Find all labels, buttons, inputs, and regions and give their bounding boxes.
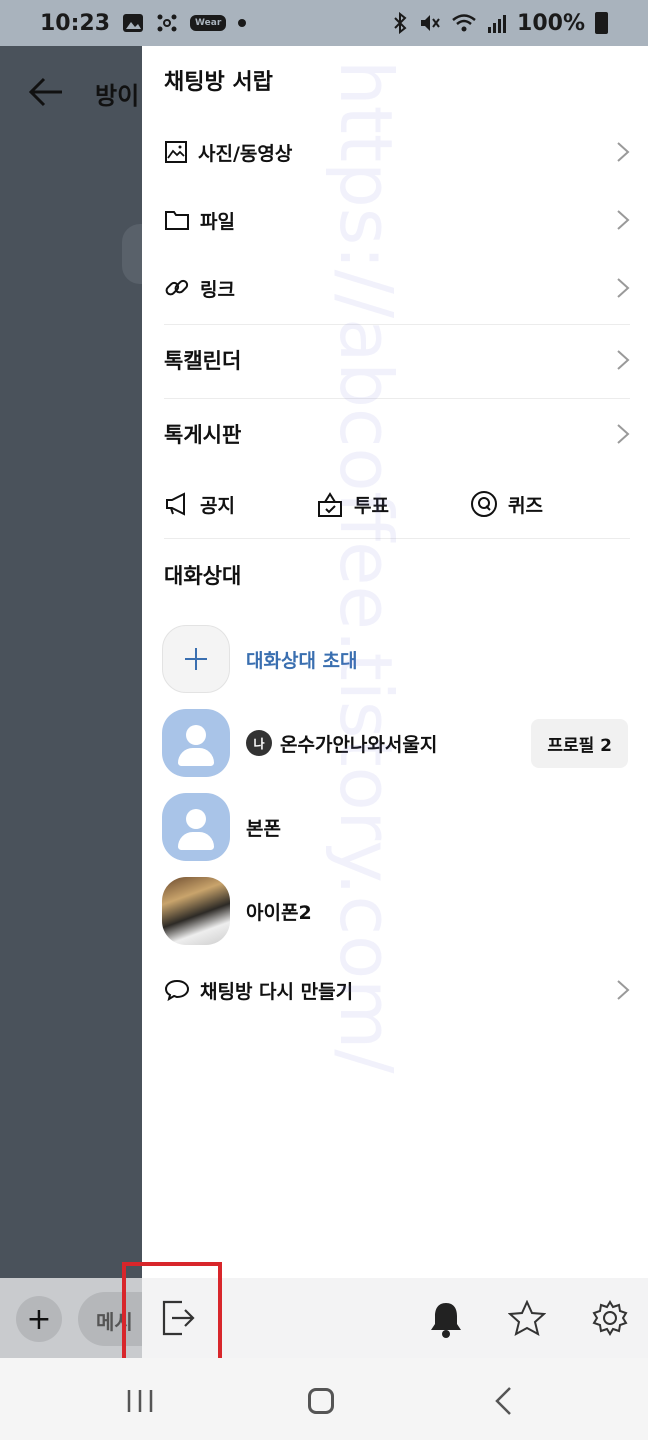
chevron-right-icon — [617, 142, 630, 162]
chevron-right-icon — [617, 980, 630, 1000]
divider — [164, 538, 630, 539]
member-name: 온수가안나와서울지 — [280, 733, 438, 756]
chevron-right-icon — [617, 278, 630, 298]
talk-board-label: 톡게시판 — [164, 423, 242, 447]
chevron-right-icon — [617, 424, 630, 444]
divider — [164, 324, 630, 325]
recreate-chatroom-button[interactable]: 채팅방 다시 만들기 — [164, 968, 630, 1012]
exit-highlight-box — [122, 1262, 222, 1366]
image-icon — [165, 141, 187, 163]
battery-percent: 100% — [517, 10, 585, 36]
home-button[interactable] — [308, 1388, 334, 1414]
notice-label: 공지 — [200, 494, 235, 517]
drawer-item-media[interactable]: 사진/동영상 — [164, 130, 630, 174]
gear-icon[interactable] — [592, 1300, 628, 1336]
drawer-item-talk-board[interactable]: 톡게시판 — [164, 412, 630, 456]
battery-icon — [595, 12, 608, 34]
member-row[interactable]: 나 온수가안나와서울지 프로필 2 — [162, 708, 628, 778]
attach-plus-button[interactable]: + — [16, 1296, 62, 1342]
quiz-q-icon — [471, 491, 497, 517]
speech-bubble-icon — [164, 979, 190, 1002]
chevron-right-icon — [617, 210, 630, 230]
chevron-right-icon — [617, 350, 630, 370]
back-arrow-icon[interactable] — [26, 74, 66, 110]
wifi-icon — [452, 14, 476, 32]
me-badge: 나 — [246, 730, 272, 756]
bluetooth-icon — [394, 12, 407, 34]
vote-label: 투표 — [354, 494, 389, 517]
status-time: 10:23 — [40, 10, 111, 36]
link-icon — [165, 279, 189, 296]
invite-avatar — [162, 625, 230, 693]
quiz-button[interactable]: 퀴즈 — [470, 490, 543, 518]
chat-background-overlay[interactable]: 방이 — [0, 46, 182, 1278]
status-bar: 10:23 Wear 100% — [0, 0, 648, 46]
bell-icon[interactable] — [428, 1300, 464, 1338]
drawer-item-links[interactable]: 링크 — [164, 266, 630, 310]
recreate-label: 채팅방 다시 만들기 — [200, 980, 354, 1003]
wear-icon: Wear — [190, 15, 227, 31]
avatar-photo — [162, 877, 230, 945]
nav-back-icon[interactable] — [492, 1386, 514, 1416]
divider — [164, 398, 630, 399]
plus-icon — [185, 648, 207, 670]
star-icon[interactable] — [508, 1300, 546, 1336]
drawer-item-files[interactable]: 파일 — [164, 198, 630, 242]
chat-input-bar: + 메시 — [0, 1278, 168, 1358]
talk-calendar-label: 톡캘린더 — [164, 349, 242, 373]
vote-box-icon — [318, 492, 342, 517]
mute-icon — [421, 15, 440, 31]
avatar — [162, 709, 230, 777]
chat-drawer-panel: 채팅방 서랍 사진/동영상 파일 링크 톡캘린더 톡게시판 공지 투표 퀴즈 대… — [142, 46, 648, 1278]
folder-icon — [165, 211, 189, 230]
drawer-item-label: 사진/동영상 — [198, 142, 293, 165]
chat-room-title: 방이 — [95, 82, 140, 110]
member-name: 본폰 — [246, 817, 281, 840]
profile-button[interactable]: 프로필 2 — [531, 718, 628, 768]
member-row[interactable]: 본폰 — [162, 792, 628, 862]
member-row[interactable]: 아이폰2 — [162, 876, 628, 946]
network-notification-icon — [157, 14, 177, 32]
recent-apps-icon[interactable] — [126, 1388, 154, 1414]
drawer-item-label: 링크 — [200, 278, 235, 301]
notice-button[interactable]: 공지 — [164, 491, 316, 518]
member-name: 아이폰2 — [246, 901, 312, 924]
system-nav-bar — [0, 1358, 648, 1440]
drawer-item-talk-calendar[interactable]: 톡캘린더 — [164, 338, 630, 382]
quick-actions: 공지 투표 퀴즈 — [164, 482, 630, 526]
members-section-title: 대화상대 — [164, 564, 242, 588]
megaphone-icon — [166, 492, 185, 516]
quiz-label: 퀴즈 — [508, 494, 543, 517]
avatar — [162, 793, 230, 861]
vote-button[interactable]: 투표 — [316, 490, 470, 518]
signal-icon — [488, 15, 507, 33]
drawer-title: 채팅방 서랍 — [164, 70, 273, 95]
invite-label: 대화상대 초대 — [246, 649, 358, 672]
more-notifications-dot — [238, 19, 247, 27]
drawer-item-label: 파일 — [200, 210, 235, 233]
gallery-notification-icon — [123, 14, 144, 32]
invite-member-row[interactable]: 대화상대 초대 — [162, 624, 628, 694]
